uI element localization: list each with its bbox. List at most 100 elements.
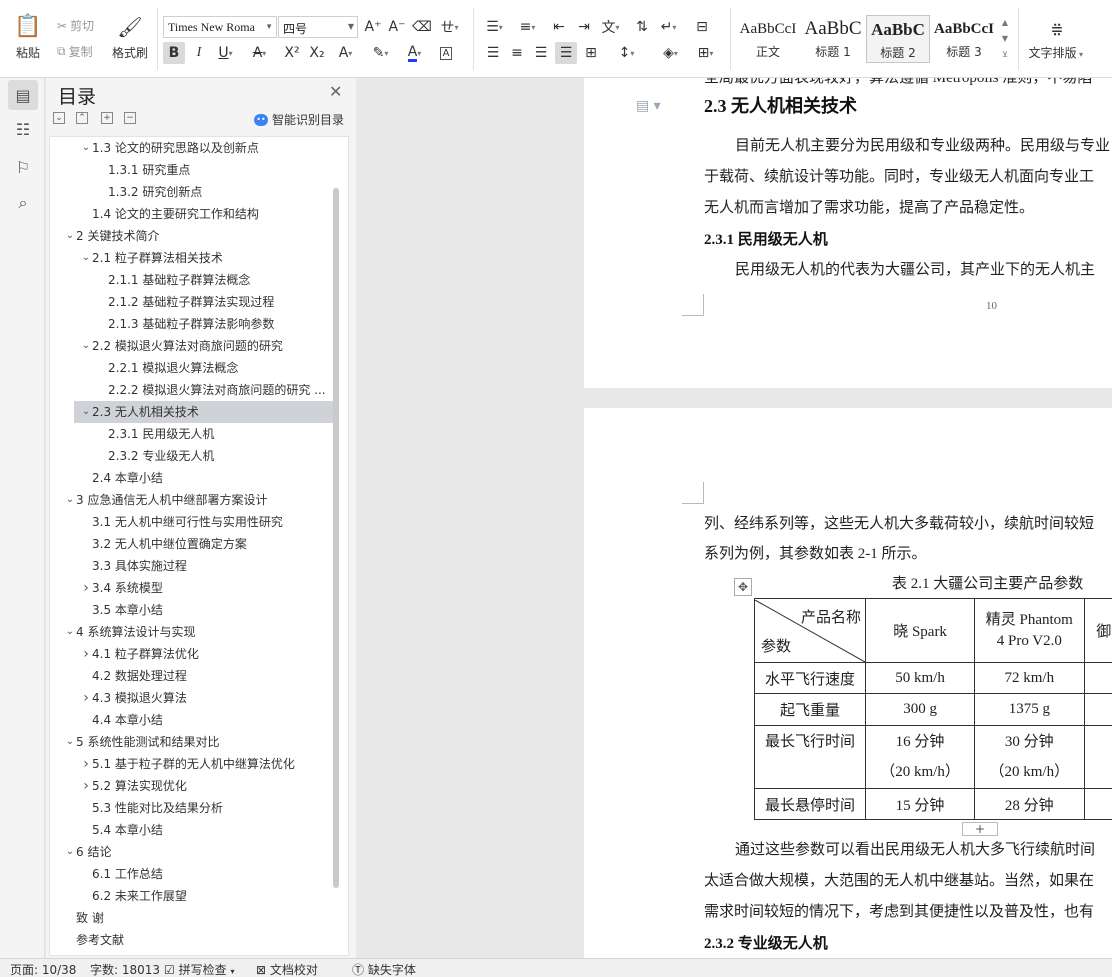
- grow-font-button[interactable]: A⁺: [362, 16, 384, 38]
- word-count[interactable]: 字数: 18013: [90, 961, 160, 977]
- toc-icon[interactable]: ▤: [8, 80, 38, 110]
- align-center-button[interactable]: ≡: [506, 42, 528, 64]
- increase-indent-button[interactable]: ⇥: [573, 16, 595, 38]
- toc-item[interactable]: 3.3 具体实施过程: [50, 555, 334, 577]
- strikethrough-button[interactable]: A ▾: [246, 42, 278, 64]
- styles-scroll[interactable]: ▲ ▼ ⊻: [999, 15, 1011, 63]
- justify-button[interactable]: ☰: [555, 42, 577, 64]
- line-spacing-button[interactable]: ↕ ▾: [614, 42, 644, 64]
- clear-format-button[interactable]: ⌫: [411, 16, 433, 38]
- missing-font-button[interactable]: Ⓣ 缺失字体: [352, 961, 416, 977]
- cut-button[interactable]: ✂ 剪切: [57, 17, 94, 34]
- toc-item[interactable]: ⌄ 2 关键技术简介: [50, 225, 334, 247]
- paragraph-format-icon[interactable]: ▤ ▾: [636, 98, 661, 114]
- highlight-button[interactable]: ✎ ▾: [367, 42, 399, 64]
- outline-icon[interactable]: ☷: [8, 114, 38, 144]
- toc-item[interactable]: 2.3.2 专业级无人机: [50, 445, 334, 467]
- toc-item[interactable]: 2.3.1 民用级无人机: [50, 423, 334, 445]
- font-size-select[interactable]: 四号 ▼: [278, 16, 358, 38]
- toc-item[interactable]: ⌄ 2.1 粒子群算法相关技术: [50, 247, 334, 269]
- toc-item[interactable]: ⌄ 1.3 论文的研究思路以及创新点: [50, 137, 334, 159]
- toc-item[interactable]: 致 谢: [50, 907, 334, 929]
- shrink-font-button[interactable]: A⁻: [386, 16, 408, 38]
- format-painter-button[interactable]: 🖌 格式刷: [108, 14, 152, 61]
- show-marks-button[interactable]: ↵ ▾: [656, 16, 686, 38]
- sort-button[interactable]: ⇅: [631, 16, 653, 38]
- toc-item[interactable]: 2.1.3 基础粒子群算法影响参数: [50, 313, 334, 335]
- toc-item[interactable]: 5.3 性能对比及结果分析: [50, 797, 334, 819]
- chevron-down-icon[interactable]: ⌄: [80, 137, 92, 159]
- toc-item[interactable]: 3.5 本章小结: [50, 599, 334, 621]
- add-row-icon[interactable]: +: [962, 822, 998, 836]
- toc-item[interactable]: 2.2.1 模拟退火算法概念: [50, 357, 334, 379]
- toc-scrollbar[interactable]: [333, 188, 339, 888]
- toc-item[interactable]: ⌄ 3 应急通信无人机中继部署方案设计: [50, 489, 334, 511]
- toc-item[interactable]: 2.1.2 基础粒子群算法实现过程: [50, 291, 334, 313]
- toc-item[interactable]: ⌄ 2.2 模拟退火算法对商旅问题的研究: [50, 335, 334, 357]
- paste-button[interactable]: 📋 粘贴: [8, 14, 48, 61]
- page-indicator[interactable]: 页面: 10/38: [10, 961, 76, 977]
- toc-item[interactable]: ⌄ 2.3 无人机相关技术: [74, 401, 334, 423]
- expand-up-icon[interactable]: ⌃: [76, 112, 88, 124]
- toc-item[interactable]: 参考文献: [50, 929, 334, 951]
- toc-item[interactable]: › 4.1 粒子群算法优化: [50, 643, 334, 665]
- collapse-all-icon[interactable]: ⌄: [53, 112, 65, 124]
- proofread-button[interactable]: ⊠ 文档校对: [256, 961, 318, 977]
- chevron-right-icon[interactable]: ›: [80, 753, 92, 775]
- toc-item[interactable]: 3.2 无人机中继位置确定方案: [50, 533, 334, 555]
- toc-item[interactable]: 4.2 数据处理过程: [50, 665, 334, 687]
- shading-button[interactable]: ◈ ▾: [658, 42, 688, 64]
- toc-item[interactable]: › 5.1 基于粒子群的无人机中继算法优化: [50, 753, 334, 775]
- toc-item[interactable]: 2.1.1 基础粒子群算法概念: [50, 269, 334, 291]
- add-level-icon[interactable]: +: [101, 112, 113, 124]
- toc-item[interactable]: 1.3.2 研究创新点: [50, 181, 334, 203]
- char-border-button[interactable]: A: [435, 42, 457, 64]
- bold-button[interactable]: B: [163, 42, 185, 64]
- chevron-down-icon[interactable]: ⌄: [64, 841, 76, 863]
- toc-item[interactable]: 6.2 未来工作展望: [50, 885, 334, 907]
- toc-item[interactable]: ⌄ 4 系统算法设计与实现: [50, 621, 334, 643]
- style-heading-2[interactable]: AaBbC 标题 2: [866, 15, 930, 63]
- underline-button[interactable]: U ▾: [212, 42, 244, 64]
- style-heading-1[interactable]: AaBbC 标题 1: [801, 15, 865, 63]
- decrease-indent-button[interactable]: ⇤: [548, 16, 570, 38]
- toc-item[interactable]: 3.1 无人机中继可行性与实用性研究: [50, 511, 334, 533]
- bookmark-icon[interactable]: ⚐: [8, 152, 38, 182]
- remove-level-icon[interactable]: −: [124, 112, 136, 124]
- chevron-down-icon[interactable]: ⌄: [64, 225, 76, 247]
- chevron-right-icon[interactable]: ›: [80, 577, 92, 599]
- italic-button[interactable]: I: [188, 42, 210, 64]
- chevron-down-icon[interactable]: ⌄: [64, 621, 76, 643]
- borders-button[interactable]: ⊞ ▾: [693, 42, 723, 64]
- chevron-right-icon[interactable]: ›: [80, 775, 92, 797]
- font-color-button[interactable]: A ▾: [401, 42, 433, 64]
- chevron-right-icon[interactable]: ›: [80, 643, 92, 665]
- toc-item[interactable]: › 3.4 系统模型: [50, 577, 334, 599]
- chevron-down-icon[interactable]: ⌄: [80, 335, 92, 357]
- toc-item[interactable]: › 4.3 模拟退火算法: [50, 687, 334, 709]
- phonetic-button[interactable]: ㄝ ▾: [437, 16, 467, 38]
- chevron-down-icon[interactable]: ⌄: [80, 247, 92, 269]
- toc-item[interactable]: 4.4 本章小结: [50, 709, 334, 731]
- chinese-layout-button[interactable]: 文 ▾: [598, 16, 628, 38]
- toc-item[interactable]: 6.1 工作总结: [50, 863, 334, 885]
- numbered-list-button[interactable]: ≡ ▾: [515, 16, 545, 38]
- smart-toc-button[interactable]: •• 智能识别目录: [254, 111, 344, 128]
- superscript-button[interactable]: X²: [281, 42, 303, 64]
- chevron-down-icon[interactable]: ⌄: [64, 489, 76, 511]
- toc-item[interactable]: 2.2.2 模拟退火算法对商旅问题的研究 ...: [50, 379, 334, 401]
- text-layout-button[interactable]: ⩷ 文字排版 ▾: [1024, 14, 1090, 61]
- copy-button[interactable]: ⧉ 复制: [57, 43, 93, 60]
- chevron-down-icon[interactable]: ⌄: [80, 401, 92, 423]
- chevron-right-icon[interactable]: ›: [80, 687, 92, 709]
- spell-check-button[interactable]: ☑ 拼写检查 ▾: [164, 961, 234, 977]
- style-heading-3[interactable]: AaBbCcI 标题 3: [932, 15, 996, 63]
- tab-button[interactable]: ⊟: [691, 16, 713, 38]
- bullet-list-button[interactable]: ☰ ▾: [482, 16, 512, 38]
- toc-item[interactable]: › 5.2 算法实现优化: [50, 775, 334, 797]
- style-normal[interactable]: AaBbCcI 正文: [736, 15, 800, 63]
- toc-item[interactable]: 1.3.1 研究重点: [50, 159, 334, 181]
- search-icon[interactable]: ⌕: [8, 188, 38, 218]
- align-left-button[interactable]: ☰: [482, 42, 504, 64]
- toc-item[interactable]: 1.4 论文的主要研究工作和结构: [50, 203, 334, 225]
